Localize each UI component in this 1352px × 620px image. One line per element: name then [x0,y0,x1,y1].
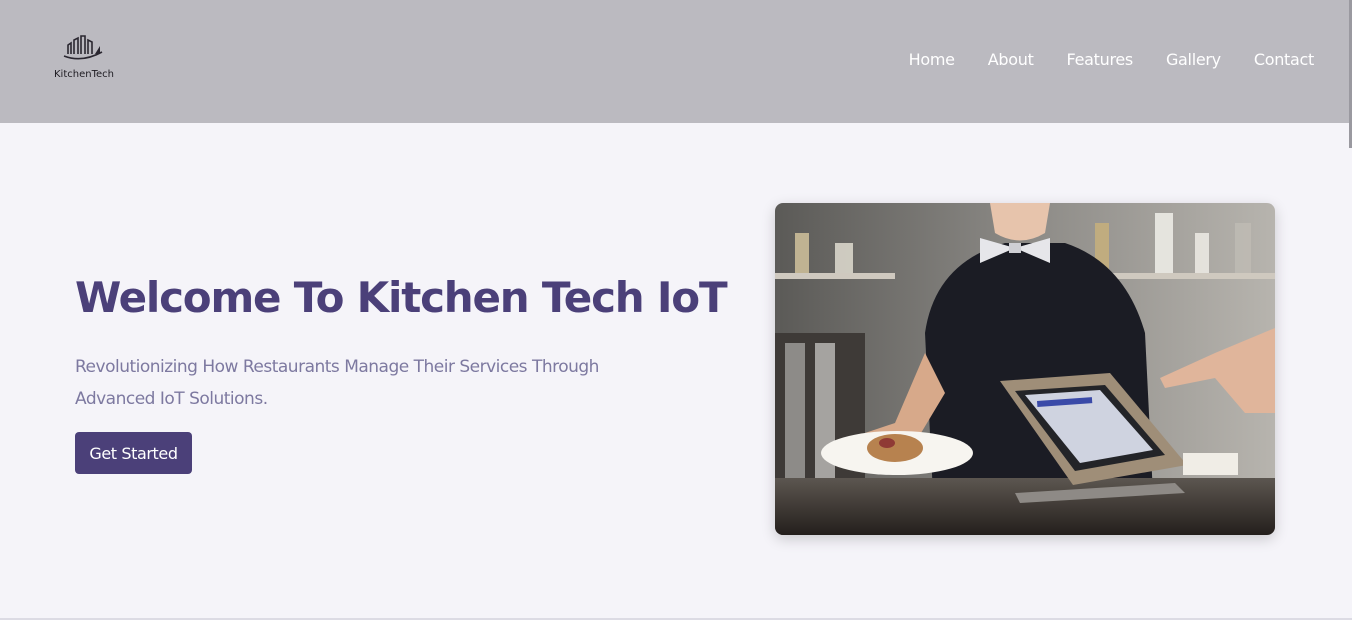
hero-title: Welcome To Kitchen Tech IoT [75,273,728,322]
main-nav: Home About Features Gallery Contact [909,50,1315,69]
site-header: KitchenTech Home About Features Gallery … [0,0,1352,123]
city-skyline-icon [63,35,103,60]
nav-contact[interactable]: Contact [1254,50,1314,69]
hero-image [775,203,1275,535]
nav-home[interactable]: Home [909,50,955,69]
hero-subtitle: Revolutionizing How Restaurants Manage T… [75,357,599,409]
brand-name: KitchenTech [54,69,114,80]
get-started-button[interactable]: Get Started [75,432,192,474]
nav-features[interactable]: Features [1067,50,1134,69]
nav-about[interactable]: About [988,50,1034,69]
nav-gallery[interactable]: Gallery [1166,50,1221,69]
brand-logo[interactable]: KitchenTech [50,34,120,84]
